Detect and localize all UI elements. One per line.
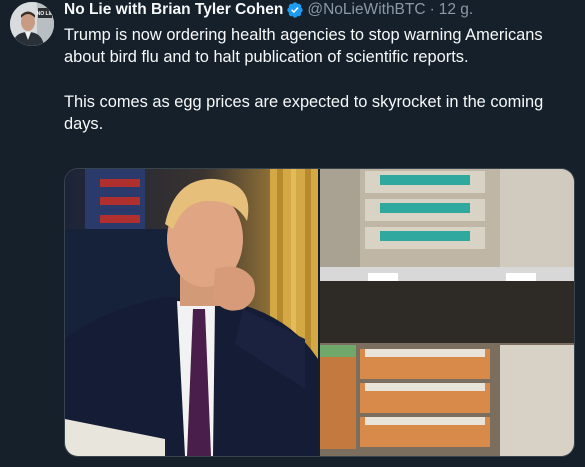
tweet: NO LIE No Lie with Brian Tyler Cohen @No… (0, 0, 585, 467)
media-photo-left[interactable] (65, 169, 318, 456)
tweet-paragraph: Trump is now ordering health agencies to… (64, 26, 543, 67)
tweet-paragraph: This comes as egg prices are expected to… (64, 92, 544, 134)
tweet-media (64, 168, 575, 457)
tweet-header: No Lie with Brian Tyler Cohen @NoLieWith… (64, 0, 473, 20)
author-handle[interactable]: @NoLieWithBTC (307, 0, 425, 20)
tweet-timestamp[interactable]: 12 g. (439, 0, 473, 20)
tweet-text: Trump is now ordering health agencies to… (64, 24, 579, 136)
author-name[interactable]: No Lie with Brian Tyler Cohen (64, 0, 283, 20)
avatar-badge-text: NO LIE (37, 11, 54, 17)
media-photo-right[interactable] (320, 169, 574, 456)
header-separator: · (429, 1, 435, 18)
avatar-image: NO LIE (10, 2, 54, 46)
photo-man-in-suit (65, 169, 318, 456)
photo-egg-shelves (320, 169, 574, 456)
avatar[interactable]: NO LIE (10, 2, 54, 46)
verified-badge-icon[interactable] (286, 1, 304, 19)
